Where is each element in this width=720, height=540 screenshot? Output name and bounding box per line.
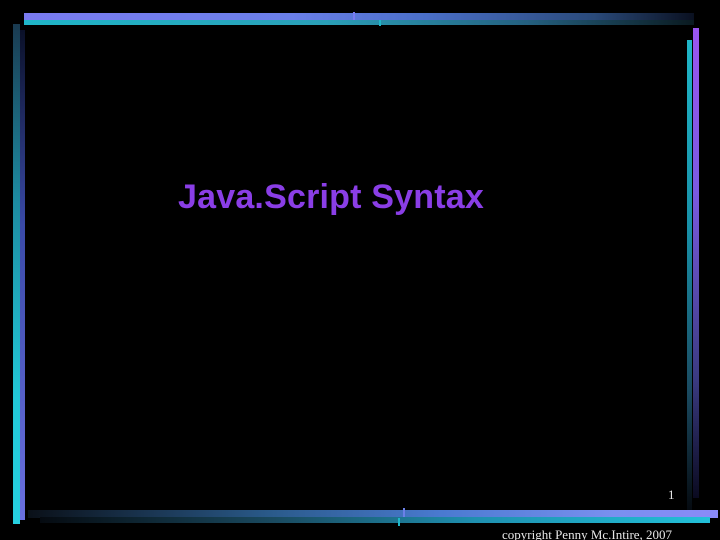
left-border-bar xyxy=(13,24,20,524)
top-border-tick xyxy=(353,12,355,20)
slide: Java.Script Syntax 1 copyright Penny Mc.… xyxy=(0,0,720,540)
left-inner-border-bar xyxy=(20,30,25,520)
copyright-footer: copyright Penny Mc.Intire, 2007 xyxy=(502,527,673,540)
slide-title: Java.Script Syntax xyxy=(178,178,484,216)
right-inner-border-bar xyxy=(687,40,692,510)
bottom-inner-border-tick xyxy=(398,518,400,526)
bottom-border-tick xyxy=(403,508,405,517)
top-inner-border-bar xyxy=(24,20,694,25)
page-number: 1 xyxy=(668,487,675,502)
top-inner-border-tick xyxy=(379,20,381,26)
bottom-inner-border-bar xyxy=(40,517,710,523)
right-border-bar xyxy=(693,28,699,498)
